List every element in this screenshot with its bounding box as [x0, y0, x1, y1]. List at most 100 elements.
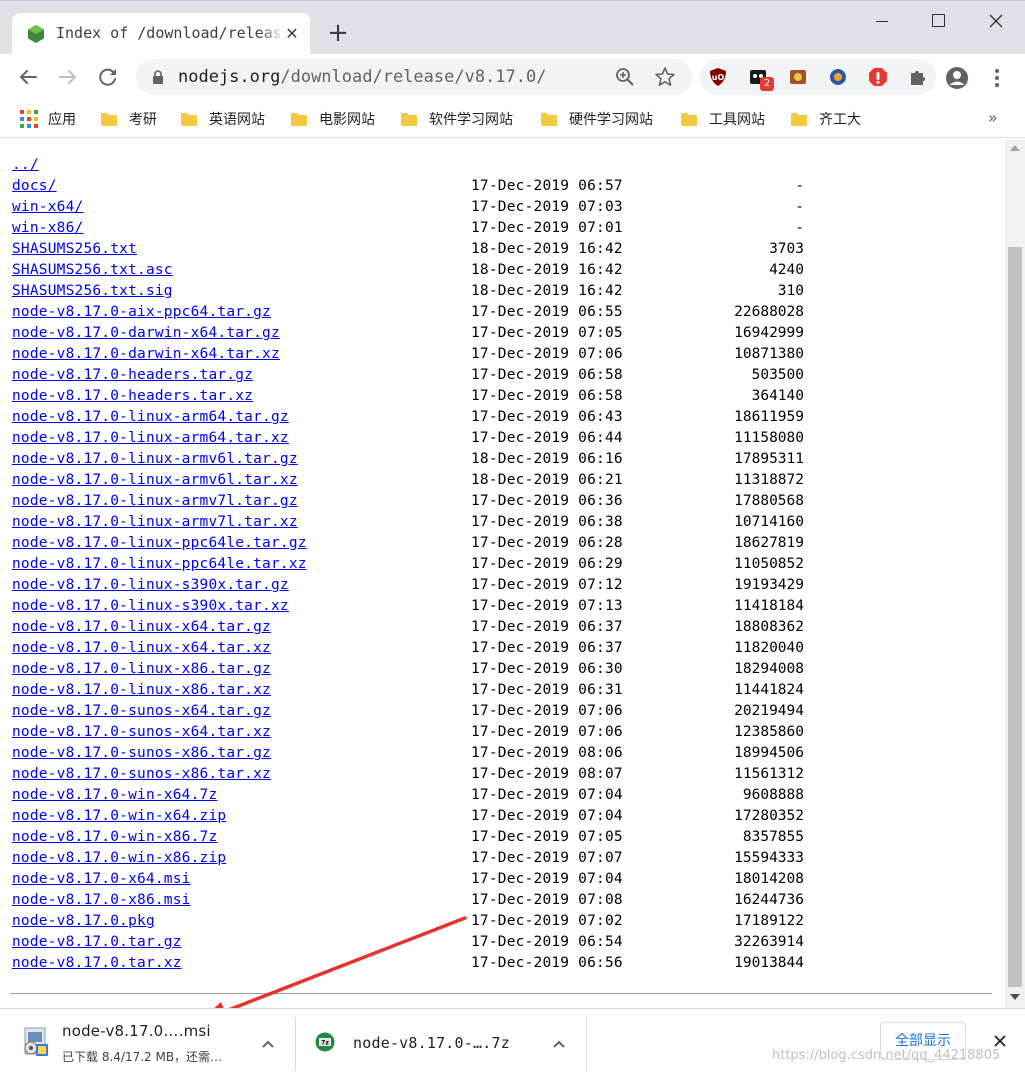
file-link[interactable]: SHASUMS256.txt [12, 241, 137, 257]
extension-icon[interactable] [828, 67, 848, 87]
zoom-icon[interactable] [614, 66, 636, 88]
bookmarks-overflow-button[interactable]: » [988, 108, 998, 127]
download-item[interactable]: 7z node-v8.17.0-….7z [297, 1017, 587, 1071]
close-icon[interactable]: ✕ [283, 25, 301, 43]
menu-dots-icon[interactable] [987, 66, 1007, 90]
file-link[interactable]: win-x86/ [12, 220, 83, 236]
bookmark-folder[interactable]: 工具网站 [681, 108, 765, 130]
file-link[interactable]: node-v8.17.0-sunos-x86.tar.xz [12, 766, 271, 782]
download-filename: node-v8.17.0….msi [62, 1022, 211, 1040]
bookmark-folder[interactable]: 软件学习网站 [401, 108, 513, 130]
file-link[interactable]: node-v8.17.0-linux-arm64.tar.xz [12, 430, 289, 446]
file-date: 17-Dec-2019 07:08 [471, 892, 623, 908]
profile-avatar-icon[interactable] [945, 66, 969, 90]
file-link[interactable]: node-v8.17.0-linux-armv6l.tar.gz [12, 451, 298, 467]
file-date: 17-Dec-2019 07:06 [471, 703, 623, 719]
parent-directory-link[interactable]: ../ [12, 157, 39, 173]
close-icon[interactable] [992, 1033, 1008, 1049]
download-status: 已下载 8.4/17.2 MB，还需… [62, 1050, 223, 1064]
window-close-button[interactable] [976, 9, 1016, 35]
scrollbar-thumb[interactable] [1008, 247, 1022, 987]
maximize-button[interactable] [918, 9, 958, 35]
file-link[interactable]: node-v8.17.0-linux-ppc64le.tar.xz [12, 556, 307, 572]
puzzle-icon[interactable] [908, 67, 928, 87]
file-size: 17880568 [734, 493, 804, 509]
file-date: 18-Dec-2019 16:42 [471, 262, 623, 278]
file-link[interactable]: node-v8.17.0-linux-x64.tar.gz [12, 619, 271, 635]
back-arrow-icon[interactable] [14, 63, 42, 91]
file-link[interactable]: node-v8.17.0-headers.tar.gz [12, 367, 253, 383]
ublock-origin-icon[interactable]: uO [708, 67, 728, 87]
file-link[interactable]: node-v8.17.0-sunos-x86.tar.gz [12, 745, 271, 761]
file-link[interactable]: node-v8.17.0.tar.gz [12, 934, 182, 950]
file-link[interactable]: node-v8.17.0-linux-arm64.tar.gz [12, 409, 289, 425]
file-link[interactable]: node-v8.17.0-linux-x86.tar.gz [12, 661, 271, 677]
adblock-icon[interactable] [868, 67, 888, 87]
file-link[interactable]: win-x64/ [12, 199, 83, 215]
scroll-up-arrow-icon[interactable] [1010, 145, 1020, 151]
file-size: 19013844 [734, 955, 804, 971]
file-link[interactable]: node-v8.17.0-linux-x64.tar.xz [12, 640, 271, 656]
bookmark-folder[interactable]: 齐工大 [791, 108, 861, 130]
file-link[interactable]: node-v8.17.0-linux-armv6l.tar.xz [12, 472, 298, 488]
file-link[interactable]: node-v8.17.0-linux-armv7l.tar.xz [12, 514, 298, 530]
file-link[interactable]: node-v8.17.0-darwin-x64.tar.gz [12, 325, 280, 341]
file-link[interactable]: node-v8.17.0-linux-armv7l.tar.gz [12, 493, 298, 509]
table-row: node-v8.17.0-linux-armv7l.tar.gz 17-Dec-2… [12, 492, 812, 513]
file-date: 18-Dec-2019 16:42 [471, 241, 623, 257]
file-link[interactable]: node-v8.17.0-aix-ppc64.tar.gz [12, 304, 271, 320]
bookmark-folder[interactable]: 电影网站 [291, 108, 375, 130]
file-link[interactable]: docs/ [12, 178, 57, 194]
file-link[interactable]: node-v8.17.0-sunos-x64.tar.gz [12, 703, 271, 719]
file-link[interactable]: node-v8.17.0-linux-ppc64le.tar.gz [12, 535, 307, 551]
table-row: node-v8.17.0-aix-ppc64.tar.gz 17-Dec-2019… [12, 303, 812, 324]
file-link[interactable]: node-v8.17.0-win-x86.7z [12, 829, 217, 845]
download-item[interactable]: node-v8.17.0….msi 已下载 8.4/17.2 MB，还需… [0, 1017, 296, 1071]
minimize-button[interactable] [862, 9, 902, 35]
file-link[interactable]: node-v8.17.0-x64.msi [12, 871, 191, 887]
file-link[interactable]: node-v8.17.0-win-x64.7z [12, 787, 217, 803]
file-size: 32263914 [734, 934, 804, 950]
bookmark-folder[interactable]: 考研 [101, 108, 157, 130]
file-date: 18-Dec-2019 06:21 [471, 472, 623, 488]
tab-active[interactable]: Index of /download/release/v8.17.0/ ✕ [12, 13, 310, 55]
bookmark-folder[interactable]: 英语网站 [181, 108, 265, 130]
new-tab-button[interactable]: + [323, 20, 353, 50]
bookmark-apps[interactable]: 应用 [20, 108, 76, 130]
bookmark-folder[interactable]: 硬件学习网站 [541, 108, 653, 130]
address-bar[interactable]: nodejs.org/download/release/v8.17.0/ [136, 59, 692, 95]
forward-arrow-icon[interactable] [54, 63, 82, 91]
file-link[interactable]: node-v8.17.0-headers.tar.xz [12, 388, 253, 404]
file-link[interactable]: node-v8.17.0.pkg [12, 913, 155, 929]
file-link[interactable]: SHASUMS256.txt.sig [12, 283, 173, 299]
file-link[interactable]: SHASUMS256.txt.asc [12, 262, 173, 278]
lock-icon[interactable] [150, 69, 166, 85]
watermark: https://blog.csdn.net/qq_44218805 [772, 1048, 1001, 1063]
file-link[interactable]: node-v8.17.0-linux-s390x.tar.gz [12, 577, 289, 593]
file-link[interactable]: node-v8.17.0-darwin-x64.tar.xz [12, 346, 280, 362]
extension-icon[interactable] [788, 67, 808, 87]
reload-icon[interactable] [94, 63, 122, 91]
chevron-up-icon[interactable] [260, 1038, 276, 1050]
file-date: 17-Dec-2019 07:06 [471, 346, 623, 362]
table-row: node-v8.17.0-win-x64.7z 17-Dec-2019 07:04… [12, 786, 812, 807]
download-filename: node-v8.17.0-….7z [353, 1034, 510, 1052]
file-date: 17-Dec-2019 06:58 [471, 388, 623, 404]
chevron-up-icon[interactable] [551, 1038, 567, 1050]
table-row: node-v8.17.0-linux-s390x.tar.xz 17-Dec-20… [12, 597, 812, 618]
vertical-scrollbar[interactable] [1005, 139, 1025, 1008]
bookmark-star-icon[interactable] [654, 66, 676, 88]
file-link[interactable]: node-v8.17.0-sunos-x64.tar.xz [12, 724, 271, 740]
scroll-down-arrow-icon[interactable] [1010, 994, 1020, 1000]
file-link[interactable]: node-v8.17.0-linux-x86.tar.xz [12, 682, 271, 698]
directory-listing: ../ docs/17-Dec-2019 06:57- win-x64/17-De… [12, 156, 812, 975]
7zip-icon: 7z [315, 1032, 335, 1052]
table-row: win-x64/17-Dec-2019 07:03 - [12, 198, 812, 219]
file-link[interactable]: node-v8.17.0-win-x86.zip [12, 850, 226, 866]
table-row: node-v8.17.0-win-x64.zip 17-Dec-2019 07:0… [12, 807, 812, 828]
url-text[interactable]: nodejs.org/download/release/v8.17.0/ [178, 67, 546, 87]
file-link[interactable]: node-v8.17.0.tar.xz [12, 955, 182, 971]
file-link[interactable]: node-v8.17.0-win-x64.zip [12, 808, 226, 824]
file-link[interactable]: node-v8.17.0-linux-s390x.tar.xz [12, 598, 289, 614]
file-link[interactable]: node-v8.17.0-x86.msi [12, 892, 191, 908]
